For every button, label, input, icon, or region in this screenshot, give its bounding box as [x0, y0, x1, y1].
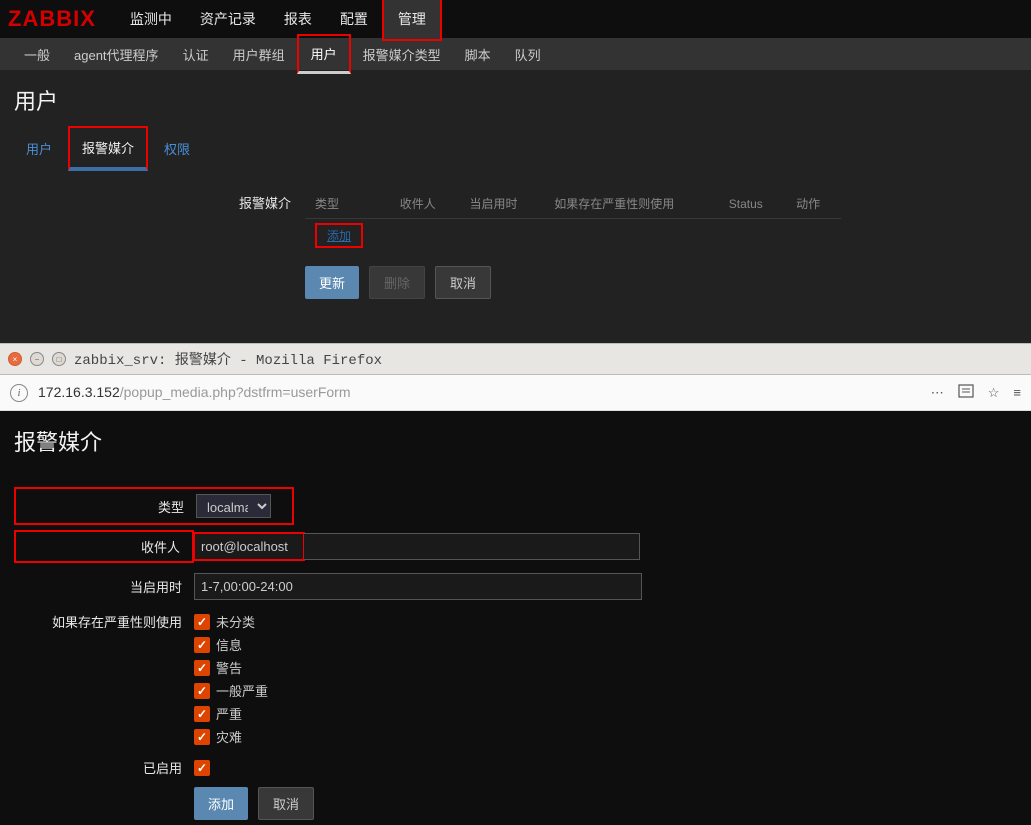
type-select[interactable]: localmail [196, 494, 271, 518]
more-icon[interactable]: ⋯ [931, 385, 944, 401]
enabled-checkbox[interactable] [194, 760, 210, 776]
subnav-mediatypes[interactable]: 报警媒介类型 [351, 37, 453, 72]
window-maximize-icon[interactable]: □ [52, 352, 66, 366]
popup-body: 报警媒介 类型 localmail 收件人 当启用时 如果存在严重性则使用 未分… [0, 411, 1031, 756]
col-type: 类型 [305, 189, 390, 219]
media-form-area: 报警媒介 类型 收件人 当启用时 如果存在严重性则使用 Status 动作 添加 [0, 171, 1031, 343]
cancel-button[interactable]: 取消 [435, 266, 491, 299]
col-when: 当启用时 [460, 189, 545, 219]
reader-icon[interactable] [958, 383, 974, 402]
severity-checkboxes: 未分类 信息 警告 一般严重 严重 灾难 [194, 610, 1017, 748]
popup-label-type: 类型 [16, 497, 196, 516]
browser-title: zabbix_srv: 报警媒介 - Mozilla Firefox [74, 349, 382, 369]
recipient-input-extend[interactable] [304, 533, 640, 560]
popup-label-enabled: 已启用 [14, 758, 194, 777]
address-bar: i 172.16.3.152/popup_media.php?dstfrm=us… [0, 375, 1031, 411]
col-severity: 如果存在严重性则使用 [544, 189, 718, 219]
popup-label-severity: 如果存在严重性则使用 [14, 610, 194, 631]
checkbox-icon [194, 729, 210, 745]
subnav-usergroups[interactable]: 用户群组 [221, 37, 297, 72]
media-label: 报警媒介 [0, 189, 305, 212]
checkbox-icon [194, 706, 210, 722]
browser-titlebar: × − □ zabbix_srv: 报警媒介 - Mozilla Firefox [0, 343, 1031, 375]
page-title: 用户 [0, 70, 1031, 126]
page-info-icon[interactable]: i [10, 384, 28, 402]
logo: ZABBIX [8, 6, 96, 32]
sub-nav: 一般 agent代理程序 认证 用户群组 用户 报警媒介类型 脚本 队列 [0, 38, 1031, 70]
popup-label-recipient: 收件人 [14, 530, 194, 563]
when-active-input[interactable] [194, 573, 642, 600]
window-minimize-icon[interactable]: − [30, 352, 44, 366]
url-host: 172.16.3.152 [38, 384, 120, 400]
media-table: 类型 收件人 当启用时 如果存在严重性则使用 Status 动作 添加 [305, 189, 841, 252]
popup-add-button[interactable]: 添加 [194, 787, 248, 820]
severity-notclassified[interactable]: 未分类 [194, 610, 1017, 633]
col-action: 动作 [786, 189, 841, 219]
checkbox-icon [194, 614, 210, 630]
nav-inventory[interactable]: 资产记录 [186, 0, 270, 39]
tab-user[interactable]: 用户 [14, 129, 64, 168]
subnav-scripts[interactable]: 脚本 [453, 37, 503, 72]
popup-cancel-button[interactable]: 取消 [258, 787, 314, 820]
subnav-queue[interactable]: 队列 [503, 37, 553, 72]
severity-warning[interactable]: 警告 [194, 656, 1017, 679]
subnav-general[interactable]: 一般 [12, 37, 62, 72]
tabs: 用户 报警媒介 权限 [0, 126, 1031, 171]
url-path: /popup_media.php?dstfrm=userForm [120, 384, 351, 400]
nav-monitoring[interactable]: 监测中 [116, 0, 186, 39]
addr-icons: ⋯ ☆ ≡ [931, 383, 1021, 402]
subnav-proxies[interactable]: agent代理程序 [62, 37, 171, 72]
nav-admin[interactable]: 管理 [382, 0, 442, 41]
subnav-users[interactable]: 用户 [297, 34, 351, 74]
severity-disaster[interactable]: 灾难 [194, 725, 1017, 748]
tab-media[interactable]: 报警媒介 [68, 126, 148, 171]
add-media-link[interactable]: 添加 [315, 223, 363, 248]
col-recipient: 收件人 [390, 189, 460, 219]
window-close-icon[interactable]: × [8, 352, 22, 366]
top-nav: ZABBIX 监测中 资产记录 报表 配置 管理 [0, 0, 1031, 38]
button-row: 更新 删除 取消 [305, 266, 1031, 299]
menu-icon[interactable]: ≡ [1013, 385, 1021, 400]
checkbox-icon [194, 637, 210, 653]
star-icon[interactable]: ☆ [988, 385, 1000, 401]
subnav-auth[interactable]: 认证 [171, 37, 221, 72]
col-status: Status [719, 189, 786, 219]
tab-permissions[interactable]: 权限 [152, 129, 202, 168]
popup-title: 报警媒介 [14, 425, 1017, 457]
popup-label-when: 当启用时 [14, 577, 194, 596]
recipient-input[interactable] [194, 533, 304, 560]
checkbox-icon [194, 660, 210, 676]
severity-high[interactable]: 严重 [194, 702, 1017, 725]
delete-button: 删除 [369, 266, 425, 299]
update-button[interactable]: 更新 [305, 266, 359, 299]
url-text[interactable]: 172.16.3.152/popup_media.php?dstfrm=user… [38, 384, 921, 402]
severity-info[interactable]: 信息 [194, 633, 1017, 656]
